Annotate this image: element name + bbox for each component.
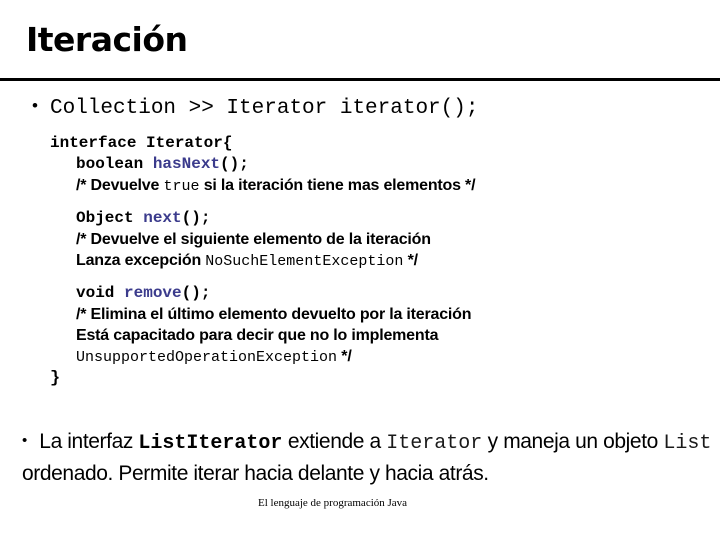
inline-text: ordenado. Permite iterar hacia delante y…	[22, 462, 489, 485]
code-comment-text: si la iteración tiene mas elementos */	[199, 177, 476, 194]
code-method-signature: Object next();	[50, 208, 670, 229]
inline-code: Iterator	[386, 432, 483, 455]
code-keyword: void	[76, 284, 125, 302]
code-comment-text: /* Devuelve el siguiente elemento de la …	[76, 231, 431, 248]
page-title: Iteración	[26, 20, 188, 59]
code-comment-text: */	[403, 252, 418, 269]
slide-footer: El lenguaje de programación Java	[258, 497, 408, 509]
code-comment-line: UnsupportedOperationException */	[50, 346, 670, 368]
code-group-gap	[50, 272, 670, 283]
inline-text: extiende a	[282, 430, 387, 453]
title-divider	[0, 78, 720, 81]
code-comment-text: /* Devuelve	[76, 177, 164, 194]
code-comment-type: true	[163, 178, 200, 195]
code-comment-type: UnsupportedOperationException	[76, 349, 338, 366]
code-punctuation: ();	[181, 284, 211, 302]
code-interface-declaration: interface Iterator{	[50, 134, 233, 152]
top-bullet-text: Collection >> Iterator iterator();	[50, 97, 479, 120]
code-comment-text: Está capacitado para decir que no lo imp…	[76, 327, 439, 344]
code-punctuation: ();	[181, 209, 211, 227]
code-comment-line: Está capacitado para decir que no lo imp…	[50, 325, 670, 346]
code-comment-type: NoSuchElementException	[205, 253, 404, 270]
code-method-signature: boolean hasNext();	[50, 154, 670, 175]
bullet-dot-icon: •	[32, 96, 38, 115]
bottom-bullet-paragraph: • La interfaz ListIterator extiende a It…	[22, 426, 712, 489]
bottom-bullet-text: La interfaz ListIterator extiende a Iter…	[22, 430, 711, 485]
inline-text: y maneja un objeto	[482, 430, 664, 453]
code-comment-line: /* Elimina el último elemento devuelto p…	[50, 304, 670, 325]
code-method-name: next	[143, 209, 182, 227]
code-method-name: hasNext	[152, 155, 221, 173]
code-closing-brace: }	[50, 369, 61, 388]
code-block: interface Iterator{ boolean hasNext();/*…	[50, 133, 670, 390]
code-group-gap	[50, 197, 670, 208]
code-punctuation: ();	[220, 155, 249, 173]
bullet-dot-icon-2: •	[22, 432, 27, 449]
inline-code-bold: ListIterator	[138, 432, 283, 455]
code-keyword: Object	[76, 209, 144, 227]
code-comment-text: */	[337, 348, 352, 365]
code-comment-line: /* Devuelve true si la iteración tiene m…	[50, 175, 670, 197]
code-groups: boolean hasNext();/* Devuelve true si la…	[50, 154, 670, 368]
code-method-signature: void remove();	[50, 283, 670, 304]
code-keyword: boolean	[76, 155, 153, 173]
top-bullet-line: • Collection >> Iterator iterator();	[32, 93, 692, 122]
code-comment-line: Lanza excepción NoSuchElementException *…	[50, 250, 670, 272]
inline-text: La interfaz	[33, 430, 139, 453]
code-comment-text: /* Elimina el último elemento devuelto p…	[76, 306, 472, 323]
code-method-name: remove	[124, 284, 182, 302]
inline-code: List	[663, 432, 712, 455]
code-comment-line: /* Devuelve el siguiente elemento de la …	[50, 229, 670, 250]
code-comment-text: Lanza excepción	[76, 252, 206, 269]
